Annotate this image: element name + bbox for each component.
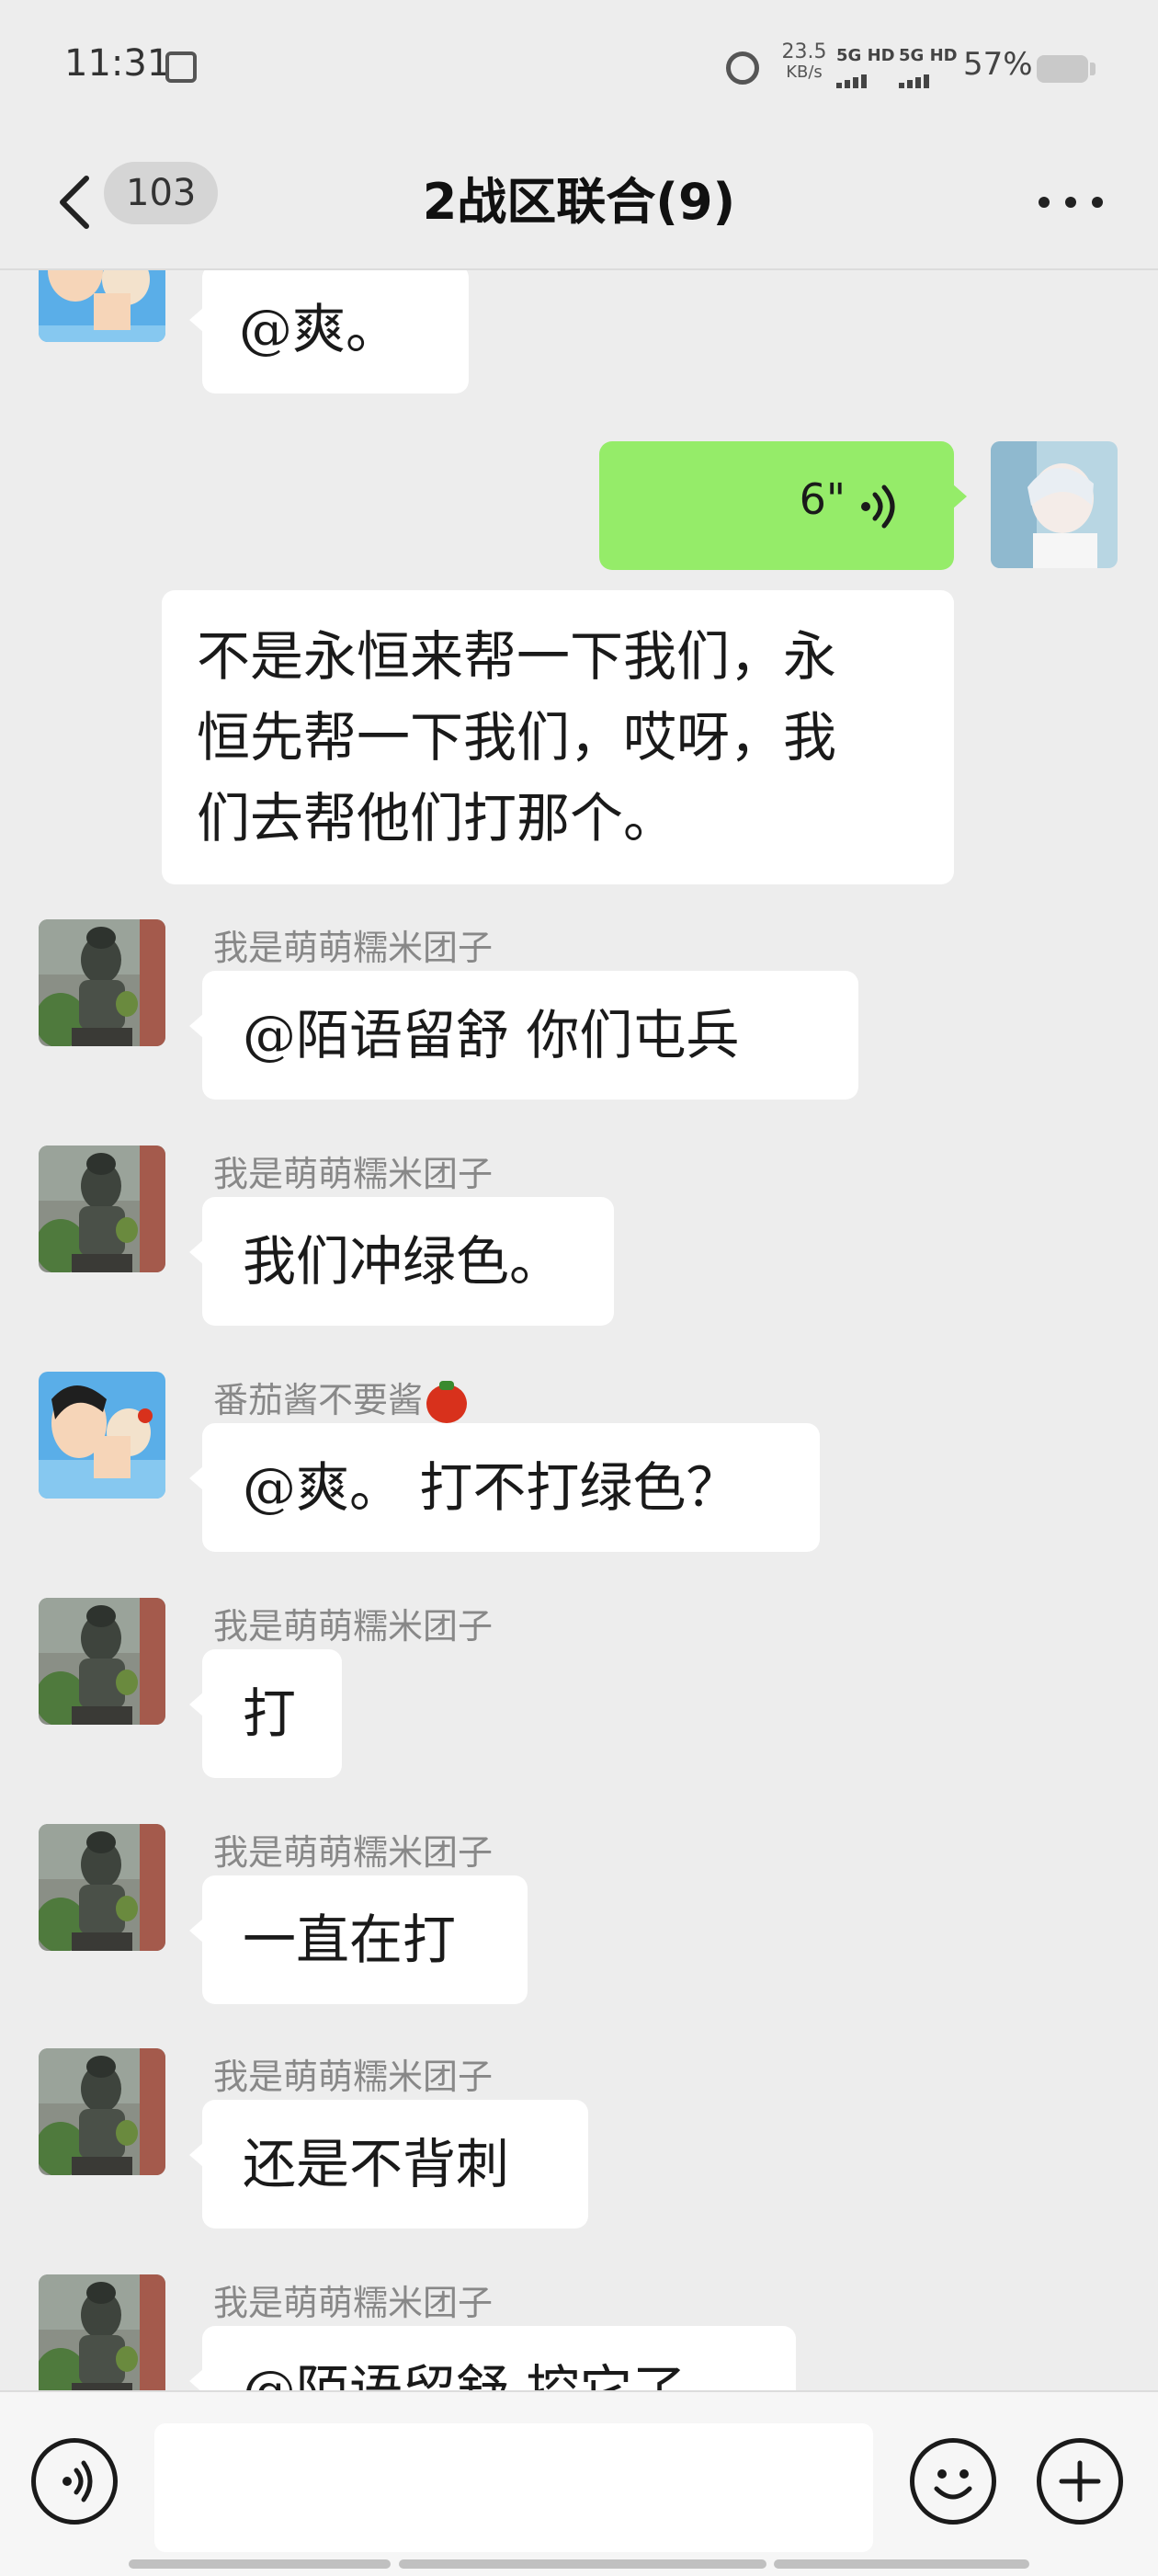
sender-name: 我是萌萌糯米团子 — [213, 2057, 494, 2097]
message-text: 打 — [243, 1682, 297, 1745]
signal-bars-icon — [836, 69, 895, 88]
speed-unit: KB/s — [786, 63, 823, 83]
statue-avatar[interactable] — [39, 1146, 165, 1272]
network-speed: 23.5 KB/s — [777, 40, 832, 83]
network-indicator-2: 5G HD — [899, 46, 958, 88]
sender-name: 我是萌萌糯米团子 — [213, 2283, 494, 2323]
sender-name: 我是萌萌糯米团子 — [213, 1832, 494, 1873]
sender-name: 我是萌萌糯米团子 — [213, 1154, 494, 1194]
cartoon-avatar[interactable] — [39, 270, 165, 342]
input-bar — [0, 2390, 1158, 2576]
voice-duration: 6" — [799, 474, 846, 524]
more-options-icon[interactable] — [1029, 175, 1112, 230]
statue-avatar[interactable] — [39, 1598, 165, 1725]
message-text: 还是不背刺 — [243, 2133, 510, 2195]
message-bubble[interactable]: 打 — [189, 1649, 342, 1778]
message-text: @爽。 — [239, 298, 400, 360]
network-indicator-1: 5G HD — [836, 46, 895, 88]
message-bubble[interactable]: @陌语留舒 你们屯兵 — [189, 971, 858, 1100]
chat-title: 2战区联合(9) — [422, 173, 736, 231]
statue-avatar[interactable] — [39, 919, 165, 1046]
message-bubble[interactable]: 还是不背刺 — [189, 2100, 588, 2228]
message-text: @陌语留舒 你们屯兵 — [243, 1004, 740, 1066]
cartoon-avatar[interactable] — [39, 1372, 165, 1499]
sim-icon — [165, 51, 197, 83]
message-list[interactable]: @爽。 6" 不是永恒来帮一下我们，永 恒先帮一下我们，哎呀，我 们去帮他们打那… — [0, 270, 1158, 2390]
alarm-icon — [726, 51, 759, 85]
message-input[interactable] — [154, 2423, 873, 2552]
chat-header: 103 2战区联合(9) — [0, 138, 1158, 270]
voice-wave-icon — [861, 484, 895, 529]
message-line: 不是永恒来帮一下我们，永 — [197, 625, 837, 688]
sender-name: 番茄酱不要酱 — [213, 1372, 468, 1423]
network-label-1: 5G HD — [836, 46, 895, 65]
voice-mode-icon[interactable] — [31, 2438, 118, 2525]
message-line: 们去帮他们打那个。 — [197, 787, 677, 849]
plus-icon[interactable] — [1037, 2438, 1123, 2525]
emoji-icon[interactable] — [910, 2438, 996, 2525]
message-bubble[interactable]: 一直在打 — [189, 1875, 528, 2004]
statue-avatar[interactable] — [39, 1824, 165, 1951]
message-bubble[interactable]: @陌语留舒 控它了 — [189, 2326, 796, 2390]
sender-name-text: 番茄酱不要酱 — [213, 1380, 424, 1420]
message-bubble[interactable]: @爽。 — [189, 270, 469, 393]
white-hair-avatar[interactable] — [991, 441, 1118, 568]
message-text: 我们冲绿色。 — [243, 1230, 563, 1293]
message-text: @陌语留舒 控它了 — [243, 2359, 687, 2390]
status-bar: 11:31 23.5 KB/s 5G HD 5G HD 57% — [0, 0, 1158, 138]
message-bubble[interactable]: 我们冲绿色。 — [189, 1197, 614, 1326]
battery-percent: 57% — [963, 46, 1033, 83]
signal-bars-icon — [899, 69, 958, 88]
statue-avatar[interactable] — [39, 2048, 165, 2175]
sender-name: 我是萌萌糯米团子 — [213, 928, 494, 968]
gesture-bar — [129, 2559, 1029, 2569]
message-text: 一直在打 — [243, 1909, 457, 1971]
speed-value: 23.5 — [781, 40, 827, 63]
sender-name: 我是萌萌糯米团子 — [213, 1606, 494, 1647]
statue-avatar[interactable] — [39, 2274, 165, 2390]
message-bubble[interactable]: @爽。 打不打绿色？ — [189, 1423, 820, 1552]
message-text: @爽。 打不打绿色？ — [243, 1456, 740, 1519]
voice-message-bubble[interactable]: 6" — [599, 441, 967, 570]
transcript-bubble[interactable]: 不是永恒来帮一下我们，永 恒先帮一下我们，哎呀，我 们去帮他们打那个。 — [162, 590, 954, 884]
network-label-2: 5G HD — [899, 46, 958, 65]
battery-icon — [1037, 55, 1088, 83]
tomato-icon — [426, 1380, 468, 1423]
battery-tip — [1090, 63, 1096, 75]
message-line: 恒先帮一下我们，哎呀，我 — [197, 706, 837, 769]
status-time: 11:31 — [64, 42, 171, 85]
